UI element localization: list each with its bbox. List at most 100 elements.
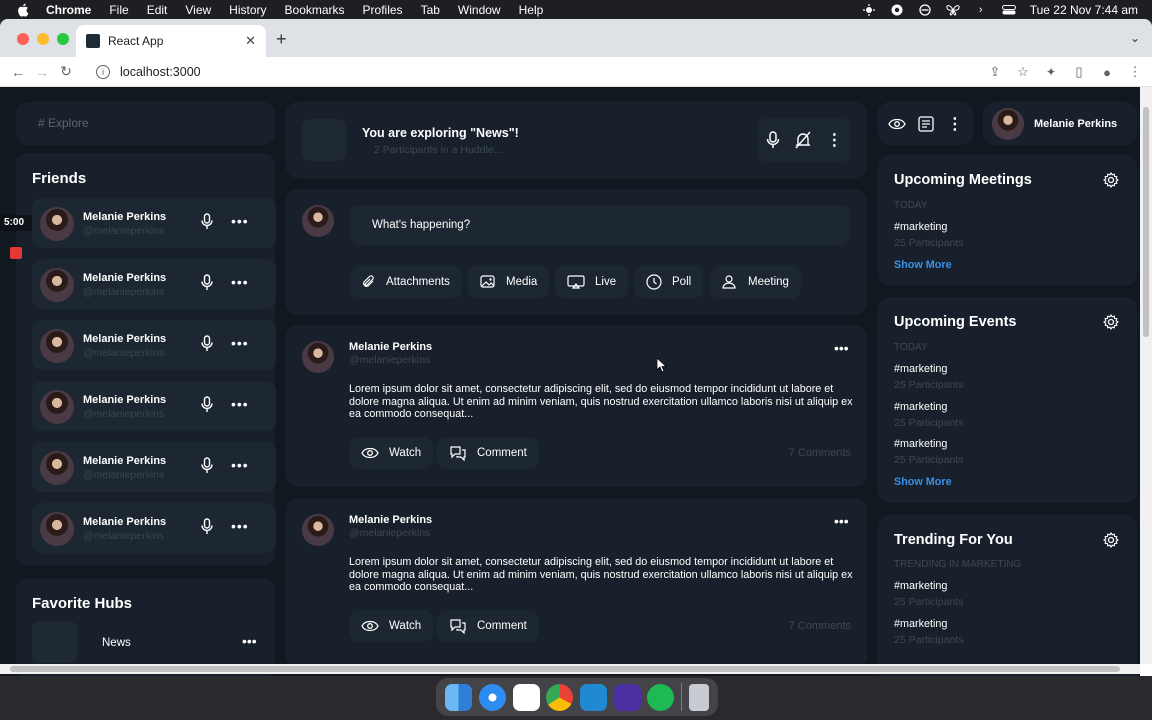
extensions-icon[interactable]: ✦ — [1042, 60, 1060, 84]
watch-button[interactable]: Watch — [349, 437, 434, 469]
explore-search[interactable]: # Explore — [16, 102, 275, 145]
bookmark-star-icon[interactable]: ☆ — [1014, 60, 1032, 84]
vscode-icon[interactable] — [579, 683, 607, 711]
chevron-right-icon[interactable]: › — [974, 3, 988, 17]
gear-icon[interactable] — [1103, 532, 1119, 553]
menubar-clock[interactable]: Tue 22 Nov 7:44 am — [1030, 3, 1138, 17]
back-button[interactable]: ← — [6, 60, 30, 84]
gear-icon[interactable] — [1103, 172, 1119, 193]
more-options-icon[interactable]: ••• — [231, 335, 249, 351]
safari-icon[interactable] — [478, 683, 506, 711]
microphone-icon[interactable] — [201, 274, 213, 296]
spotify-icon[interactable] — [647, 683, 675, 711]
menu-app-name[interactable]: Chrome — [46, 3, 91, 17]
menu-file[interactable]: File — [109, 3, 128, 17]
profile-icon[interactable]: ● — [1098, 60, 1116, 84]
menu-window[interactable]: Window — [458, 3, 501, 17]
comment-button[interactable]: Comment — [437, 437, 539, 469]
friend-item[interactable]: Melanie Perkins @melanieperkins ••• — [32, 259, 276, 309]
microphone-icon[interactable] — [201, 335, 213, 357]
kebab-menu-icon[interactable]: ⋮ — [826, 130, 842, 150]
obsidian-icon[interactable] — [613, 683, 641, 711]
media-button[interactable]: Media — [468, 265, 550, 299]
notifications-off-icon[interactable] — [795, 131, 811, 149]
more-options-icon[interactable]: ••• — [231, 518, 249, 534]
chrome-menu-icon[interactable]: ⋮ — [1126, 60, 1144, 84]
more-options-icon[interactable]: ••• — [834, 513, 849, 529]
friend-item[interactable]: Melanie Perkins @melanieperkins ••• — [32, 320, 276, 370]
more-options-icon[interactable]: ••• — [231, 213, 249, 229]
comment-count[interactable]: 7 Comments — [789, 447, 851, 459]
menu-tab[interactable]: Tab — [421, 3, 440, 17]
friend-item[interactable]: Melanie Perkins @melanieperkins ••• — [32, 503, 276, 553]
stop-recording-button[interactable] — [10, 247, 22, 259]
reload-button[interactable]: ↻ — [54, 60, 78, 84]
address-bar[interactable]: i localhost:3000 — [88, 60, 988, 84]
friend-item[interactable]: Melanie Perkins @melanieperkins ••• — [32, 381, 276, 431]
share-icon[interactable]: ⇪ — [986, 60, 1004, 84]
trending-tag[interactable]: #marketing — [894, 618, 947, 630]
menu-edit[interactable]: Edit — [147, 3, 168, 17]
microphone-icon[interactable] — [201, 518, 213, 540]
menu-help[interactable]: Help — [519, 3, 544, 17]
more-options-icon[interactable]: ••• — [834, 340, 849, 356]
new-tab-button[interactable]: + — [276, 29, 287, 50]
horizontal-scrollbar[interactable] — [0, 664, 1140, 674]
trash-icon[interactable] — [688, 683, 709, 711]
live-button[interactable]: Live — [555, 265, 629, 299]
eye-icon[interactable] — [888, 118, 906, 130]
microphone-icon[interactable] — [201, 457, 213, 479]
event-tag[interactable]: #marketing — [894, 401, 947, 413]
zoom-window-button[interactable] — [57, 33, 69, 45]
comment-button[interactable]: Comment — [437, 610, 539, 642]
friend-item[interactable]: Melanie Perkins @melanieperkins ••• — [32, 198, 276, 248]
more-options-icon[interactable]: ••• — [231, 457, 249, 473]
gear-icon[interactable] — [1103, 314, 1119, 335]
meeting-button[interactable]: Meeting — [710, 265, 801, 299]
microphone-icon[interactable] — [201, 213, 213, 235]
chrome-icon[interactable] — [546, 683, 574, 711]
vertical-scrollbar[interactable] — [1140, 87, 1152, 664]
news-feed-icon[interactable] — [918, 115, 935, 132]
tab-search-icon[interactable]: ⌄ — [1130, 31, 1140, 45]
site-info-icon[interactable]: i — [96, 65, 110, 79]
focus-icon[interactable] — [918, 3, 932, 17]
meetings-show-more-link[interactable]: Show More — [894, 259, 952, 271]
url-text[interactable]: localhost:3000 — [120, 65, 201, 79]
finder-icon[interactable] — [445, 683, 473, 711]
event-tag[interactable]: #marketing — [894, 438, 947, 450]
more-options-icon[interactable]: ••• — [231, 274, 249, 290]
microphone-icon[interactable] — [766, 131, 780, 149]
attachments-button[interactable]: Attachments — [350, 265, 462, 299]
menu-bookmarks[interactable]: Bookmarks — [285, 3, 345, 17]
post-author-name[interactable]: Melanie Perkins — [349, 341, 432, 353]
tab-close-icon[interactable]: ✕ — [245, 33, 256, 49]
poll-button[interactable]: Poll — [634, 265, 704, 299]
forward-button[interactable]: → — [30, 60, 54, 84]
microphone-icon[interactable] — [201, 396, 213, 418]
slack-icon[interactable] — [512, 683, 540, 711]
events-show-more-link[interactable]: Show More — [894, 476, 952, 488]
comment-count[interactable]: 7 Comments — [789, 620, 851, 632]
browser-tab[interactable]: React App ✕ — [76, 25, 266, 57]
kebab-menu-icon[interactable]: ⋮ — [947, 114, 963, 134]
control-center-icon[interactable] — [1001, 3, 1016, 17]
hub-item[interactable]: News ••• — [32, 621, 276, 663]
watch-button[interactable]: Watch — [349, 610, 434, 642]
more-options-icon[interactable]: ••• — [242, 633, 257, 649]
event-tag[interactable]: #marketing — [894, 363, 947, 375]
menu-view[interactable]: View — [185, 3, 211, 17]
brightness-icon[interactable] — [862, 3, 876, 17]
composer-input[interactable] — [350, 205, 850, 245]
post-author-name[interactable]: Melanie Perkins — [349, 514, 432, 526]
close-window-button[interactable] — [17, 33, 29, 45]
apple-icon[interactable] — [16, 3, 30, 17]
menu-profiles[interactable]: Profiles — [363, 3, 403, 17]
more-options-icon[interactable]: ••• — [231, 396, 249, 412]
profile-button[interactable]: Melanie Perkins — [983, 102, 1137, 145]
minimize-window-button[interactable] — [37, 33, 49, 45]
side-panel-icon[interactable]: ▯ — [1070, 60, 1088, 84]
chrome-status-icon[interactable] — [890, 3, 904, 17]
trending-tag[interactable]: #marketing — [894, 580, 947, 592]
menu-history[interactable]: History — [229, 3, 266, 17]
